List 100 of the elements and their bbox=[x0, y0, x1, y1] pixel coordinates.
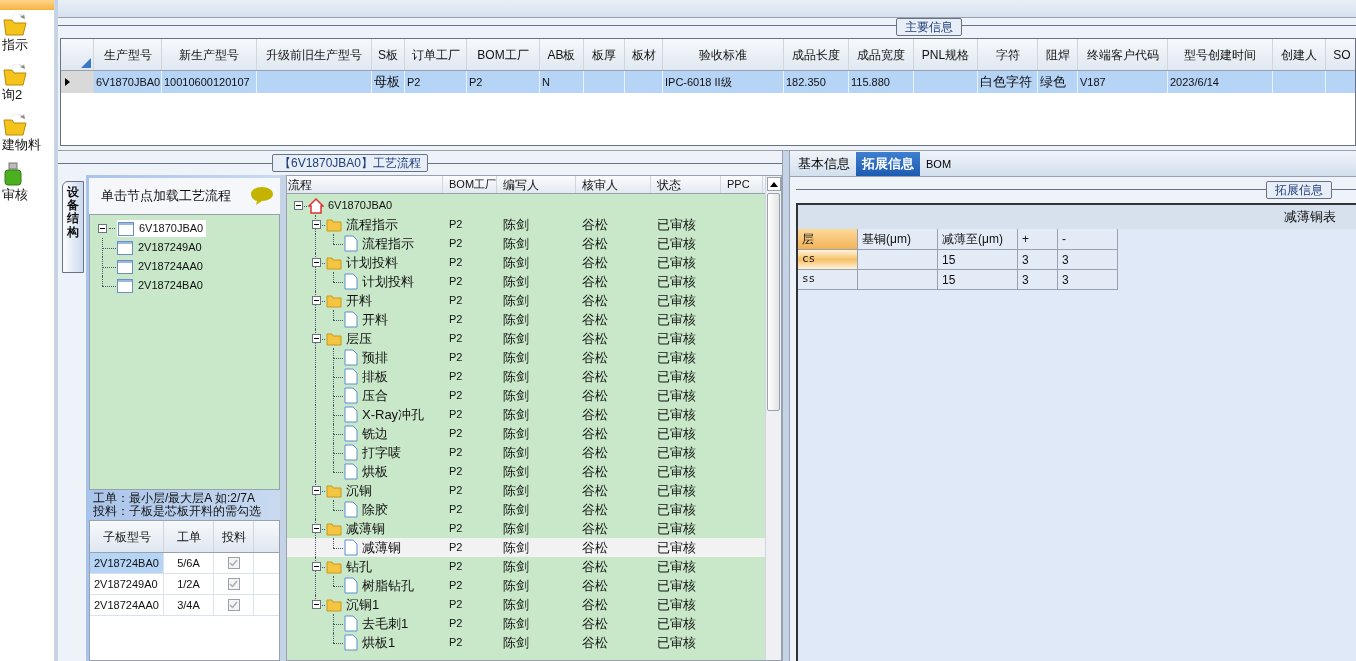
tree-row[interactable]: 压合 P2 陈剑 谷松 已审核 bbox=[287, 386, 765, 405]
tree-row[interactable]: 减薄铜 P2 陈剑 谷松 已审核 bbox=[287, 519, 765, 538]
column-header[interactable]: SO bbox=[1326, 39, 1355, 70]
column-header[interactable]: AB板 bbox=[540, 39, 584, 70]
collapse-toggle[interactable] bbox=[311, 296, 321, 305]
column-header[interactable]: 板厚 bbox=[584, 39, 625, 70]
tree-row[interactable]: 打字唛 P2 陈剑 谷松 已审核 bbox=[287, 443, 765, 462]
column-header[interactable]: 状态 bbox=[651, 176, 721, 193]
hint-text: 单击节点加载工艺流程 bbox=[101, 187, 231, 206]
collapse-toggle[interactable] bbox=[311, 486, 321, 495]
table-cell-text: V187 bbox=[1080, 74, 1106, 90]
tree-row[interactable]: 沉铜1 P2 陈剑 谷松 已审核 bbox=[287, 595, 765, 614]
column-header[interactable]: 字符 bbox=[978, 39, 1038, 70]
collapse-toggle[interactable] bbox=[311, 562, 321, 571]
column-header[interactable]: + bbox=[1018, 229, 1058, 250]
tree-row[interactable]: 开料 P2 陈剑 谷松 已审核 bbox=[287, 291, 765, 310]
column-header[interactable]: PPC bbox=[721, 176, 763, 193]
tree-row[interactable]: X-Ray冲孔 P2 陈剑 谷松 已审核 bbox=[287, 405, 765, 424]
tree-row[interactable]: 沉铜 P2 陈剑 谷松 已审核 bbox=[287, 481, 765, 500]
tree-row[interactable]: 钻孔 P2 陈剑 谷松 已审核 bbox=[287, 557, 765, 576]
tree-row[interactable]: 6V1870JBA0 bbox=[287, 196, 765, 215]
table-cell-text: 已审核 bbox=[657, 500, 696, 519]
row-header-cell[interactable]: cs bbox=[798, 250, 858, 270]
collapse-toggle[interactable] bbox=[311, 220, 321, 229]
table-cell-text: 6V1870JBA0 bbox=[96, 74, 161, 90]
table-cell-text: 谷松 bbox=[582, 329, 608, 348]
column-header[interactable]: 终端客户代码 bbox=[1078, 39, 1168, 70]
nav-item[interactable]: 询2 bbox=[0, 62, 54, 104]
row-header-cell[interactable]: ss bbox=[798, 270, 858, 290]
tree-row[interactable]: 层压 P2 陈剑 谷松 已审核 bbox=[287, 329, 765, 348]
tab[interactable]: 拓展信息 bbox=[856, 152, 920, 176]
column-header[interactable]: 核审人 bbox=[576, 176, 651, 193]
collapse-toggle[interactable] bbox=[311, 524, 321, 533]
table-cell-text: 1/2A bbox=[177, 576, 200, 592]
tree-row[interactable]: 计划投料 P2 陈剑 谷松 已审核 bbox=[287, 272, 765, 291]
column-header[interactable]: 验收标准 bbox=[663, 39, 784, 70]
tree-row[interactable]: 除胶 P2 陈剑 谷松 已审核 bbox=[287, 500, 765, 519]
column-header[interactable]: 生产型号 bbox=[94, 39, 162, 70]
tree-row[interactable]: 开料 P2 陈剑 谷松 已审核 bbox=[287, 310, 765, 329]
table-cell-text: 陈剑 bbox=[503, 633, 529, 652]
table-cell-text: 白色字符 bbox=[980, 73, 1032, 92]
column-header[interactable]: PNL规格 bbox=[914, 39, 978, 70]
column-header[interactable]: 子板型号 bbox=[90, 521, 164, 552]
table-cell-text: P2 bbox=[449, 331, 463, 347]
column-header[interactable]: 工单 bbox=[164, 521, 214, 552]
tree-row[interactable]: 树脂钻孔 P2 陈剑 谷松 已审核 bbox=[287, 576, 765, 595]
column-header[interactable]: 投料 bbox=[214, 521, 254, 552]
scrollbar[interactable] bbox=[765, 176, 781, 660]
tree-row[interactable]: 流程指示 P2 陈剑 谷松 已审核 bbox=[287, 234, 765, 253]
nav-item[interactable]: 指示 bbox=[0, 12, 54, 54]
tree-row[interactable]: 流程指示 P2 陈剑 谷松 已审核 bbox=[287, 215, 765, 234]
column-header[interactable]: 新生产型号 bbox=[162, 39, 257, 70]
tree-row[interactable]: 减薄铜 P2 陈剑 谷松 已审核 bbox=[287, 538, 765, 557]
table-row[interactable]: 2V187249A0 1/2A bbox=[90, 574, 279, 595]
column-header[interactable]: BOM工厂 bbox=[467, 39, 540, 70]
column-header[interactable]: 升级前旧生产型号 bbox=[257, 39, 372, 70]
column-header[interactable]: 型号创建时间 bbox=[1168, 39, 1273, 70]
column-header[interactable]: 流程 bbox=[287, 176, 443, 193]
tab[interactable]: 基本信息 bbox=[792, 152, 856, 176]
column-header[interactable]: 层 bbox=[798, 229, 858, 250]
row-pointer-icon bbox=[65, 78, 70, 86]
table-cell-text: 已审核 bbox=[657, 367, 696, 386]
column-header[interactable]: 创建人 bbox=[1273, 39, 1326, 70]
table-cell-text: 已审核 bbox=[657, 234, 696, 253]
column-header[interactable]: 板材 bbox=[625, 39, 663, 70]
collapse-toggle[interactable] bbox=[293, 201, 303, 210]
column-header[interactable]: 成品长度 bbox=[784, 39, 849, 70]
column-header[interactable]: 编写人 bbox=[497, 176, 576, 193]
folder-icon bbox=[326, 255, 342, 270]
collapse-toggle[interactable] bbox=[98, 224, 107, 233]
tree-node[interactable]: 2V187249A0 bbox=[116, 239, 203, 256]
tree-row[interactable]: 去毛刺1 P2 陈剑 谷松 已审核 bbox=[287, 614, 765, 633]
column-header[interactable]: 减薄至(μm) bbox=[938, 229, 1018, 250]
table-row[interactable]: 2V18724BA0 5/6A bbox=[90, 553, 279, 574]
table-cell-text: 陈剑 bbox=[503, 614, 529, 633]
nav-item[interactable]: 审核 bbox=[0, 162, 54, 204]
tree-node[interactable]: 2V18724AA0 bbox=[116, 258, 204, 275]
tree-node[interactable]: 6V1870JBA0 bbox=[117, 220, 207, 237]
column-header[interactable]: - bbox=[1058, 229, 1118, 250]
collapse-toggle[interactable] bbox=[311, 258, 321, 267]
table-row[interactable]: 2V18724AA0 3/4A bbox=[90, 595, 279, 616]
column-header[interactable]: S板 bbox=[372, 39, 405, 70]
tree-node[interactable]: 2V18724BA0 bbox=[116, 277, 204, 294]
tab[interactable]: BOM bbox=[920, 152, 958, 176]
column-header[interactable]: 订单工厂 bbox=[405, 39, 467, 70]
tree-row[interactable]: 烘板 P2 陈剑 谷松 已审核 bbox=[287, 462, 765, 481]
column-header[interactable]: 基铜(μm) bbox=[858, 229, 938, 250]
nav-item[interactable]: 建物料 bbox=[0, 112, 54, 154]
tree-row[interactable]: 烘板1 P2 陈剑 谷松 已审核 bbox=[287, 633, 765, 652]
table-row[interactable]: 6V1870JBA0 10010600120107 母板 P2 P2 N IPC-6018 II级 182.350 115.880 白色字符 绿色 V187 2023/6/14 bbox=[61, 71, 1355, 93]
tree-row[interactable]: 铣边 P2 陈剑 谷松 已审核 bbox=[287, 424, 765, 443]
tree-row[interactable]: 计划投料 P2 陈剑 谷松 已审核 bbox=[287, 253, 765, 272]
collapse-toggle[interactable] bbox=[311, 600, 321, 609]
column-header[interactable]: 成品宽度 bbox=[849, 39, 914, 70]
side-tab[interactable]: 设备结构 bbox=[62, 181, 84, 273]
collapse-toggle[interactable] bbox=[311, 334, 321, 343]
tree-row[interactable]: 排板 P2 陈剑 谷松 已审核 bbox=[287, 367, 765, 386]
column-header[interactable]: 阻焊 bbox=[1038, 39, 1078, 70]
tree-row[interactable]: 预排 P2 陈剑 谷松 已审核 bbox=[287, 348, 765, 367]
column-header[interactable]: BOM工厂 bbox=[443, 176, 497, 193]
